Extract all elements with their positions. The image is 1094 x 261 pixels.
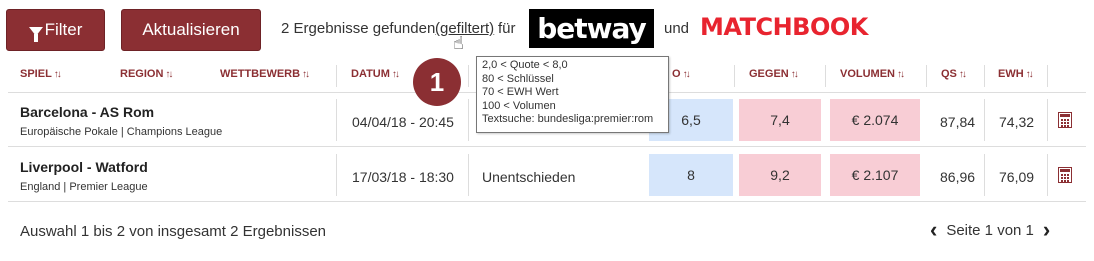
funnel-icon [28,26,43,42]
and-text: und [664,20,690,37]
sort-arrows-icon: ↑↓ [958,69,967,80]
column-divider [336,65,337,87]
tooltip-line: 80 < Schlüssel [482,72,554,85]
qs-value: 87,84 [940,114,976,130]
column-divider [468,65,469,87]
volume-cell: € 2.074 [830,99,920,141]
tooltip-line: 70 < EWH Wert [482,86,559,98]
column-divider [825,65,826,87]
step-badge: 1 [413,58,461,106]
column-divider [468,154,469,196]
sort-arrows-icon: ↑↓ [165,69,173,80]
tooltip-line: Textsuche: bundesliga:premier:rom [482,113,654,125]
column-divider [468,99,469,141]
sort-arrows-icon: ↑↓ [682,69,691,80]
filter-button-label: Filter [44,20,83,39]
update-button[interactable]: Aktualisieren [121,9,261,51]
page-indicator: Seite 1 von 1 [946,221,1034,239]
bet-text: Unentschieden [482,169,576,185]
column-divider [336,154,337,196]
chevron-right-icon[interactable]: › [1043,219,1050,241]
qs-value: 86,96 [940,169,976,185]
col-header-datum[interactable]: DATUM ↑↓ [351,68,400,80]
filter-button[interactable]: Filter [6,9,105,51]
hand-cursor-icon: ☝ [453,33,464,53]
col-header-gegen[interactable]: GEGEN ↑↓ [749,68,799,80]
filter-tooltip: 2,0 < Quote < 8,0 80 < Schlüssel 70 < EW… [476,56,669,133]
col-header-volumen[interactable]: VOLUMEN ↑↓ [840,68,905,80]
col-header-wettbewerb[interactable]: WETTBEWERB ↑↓ [220,68,310,80]
match-name: Barcelona - AS Rom [20,104,155,120]
ewh-value: 74,32 [999,114,1035,130]
chevron-left-icon[interactable]: ‹ [930,219,937,241]
sort-arrows-icon: ↑↓ [391,69,400,80]
lay-odds-cell: 7,4 [739,99,821,141]
col-header-region[interactable]: REGION ↑↓ [120,68,173,80]
ewh-value: 76,09 [999,169,1035,185]
column-divider [734,65,735,87]
match-name: Liverpool - Watford [20,159,148,175]
filtered-link[interactable]: (gefiltert) [435,20,494,37]
column-divider [984,154,985,196]
column-divider [926,65,927,87]
calculator-icon[interactable] [1058,112,1072,128]
competition-text: Europäische Pokale | Champions League [20,126,223,138]
sort-arrows-icon: ↑↓ [1025,69,1034,80]
date-text: 17/03/18 - 18:30 [352,169,454,185]
tooltip-line: 100 < Volumen [482,99,556,112]
competition-text: England | Premier League [20,181,148,193]
col-header-quote[interactable]: O ↑↓ [672,68,691,80]
column-divider [336,99,337,141]
column-divider [1047,65,1048,87]
for-text: für [498,20,516,37]
sort-arrows-icon: ↑↓ [302,69,310,80]
column-divider [984,65,985,87]
calculator-icon[interactable] [1058,167,1072,183]
col-header-spiel[interactable]: SPIEL ↑↓ [20,68,62,80]
date-text: 04/04/18 - 20:45 [352,114,454,130]
matchbook-logo: MATCHBOOK [700,13,868,41]
betway-logo: betway [529,9,654,48]
odds-cell: 8 [649,154,733,196]
results-summary: Auswahl 1 bis 2 von insgesamt 2 Ergebnis… [20,223,327,240]
sort-arrows-icon: ↑↓ [790,69,799,80]
sort-arrows-icon: ↑↓ [53,69,62,80]
col-header-qs[interactable]: QS ↑↓ [941,68,967,80]
table-row[interactable]: Liverpool - Watford England | Premier Le… [8,148,1086,202]
results-count-text: 2 Ergebnisse gefunden [281,20,436,37]
lay-odds-cell: 9,2 [739,154,821,196]
column-divider [984,99,985,141]
volume-cell: € 2.107 [830,154,920,196]
col-header-ewh[interactable]: EWH ↑↓ [998,68,1034,80]
sort-arrows-icon: ↑↓ [897,69,905,80]
column-divider [1047,154,1048,196]
tooltip-line: 2,0 < Quote < 8,0 [482,59,568,71]
column-divider [1047,99,1048,141]
pagination: ‹ Seite 1 von 1 › [930,219,1050,241]
